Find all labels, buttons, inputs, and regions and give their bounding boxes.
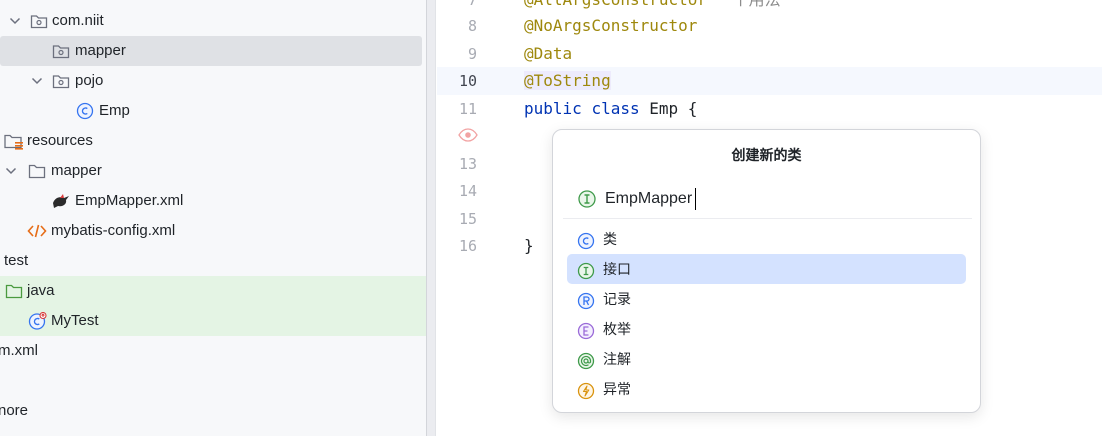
resources-folder-icon (4, 126, 23, 156)
tree-item-mybatis-config-xml[interactable]: mybatis-config.xml (0, 216, 426, 246)
tree-item-more[interactable]: nore (0, 396, 426, 426)
interface-icon (577, 189, 597, 214)
new-class-popup: 创建新的类 类 接口 记录 枚举 注解 异常 (552, 129, 981, 413)
tree-item-label: pojo (75, 72, 104, 89)
tree-item-empmapper-xml[interactable]: EmpMapper.xml (0, 186, 426, 216)
tree-item-label: mybatis-config.xml (51, 222, 176, 239)
line-number: 9 (467, 45, 477, 63)
line-number: 8 (467, 17, 477, 35)
chevron-down-icon[interactable] (8, 6, 22, 36)
text-caret (695, 188, 696, 210)
line-number: 16 (458, 237, 477, 255)
xml-file-icon (27, 216, 47, 246)
tree-item-pom-xml[interactable]: m.xml (0, 336, 426, 366)
tree-item-label: java (27, 282, 55, 299)
code-line: @Data (524, 44, 573, 63)
tree-item-label: nore (0, 402, 29, 419)
tree-item-label: Emp (99, 102, 130, 119)
package-icon (30, 6, 48, 36)
tree-item-mytest[interactable]: MyTest (0, 306, 426, 336)
tree-item-emp-class[interactable]: Emp (0, 96, 426, 126)
tree-item-label: com.niit (52, 12, 104, 29)
line-number: 11 (458, 100, 477, 118)
option-label: 记录 (603, 291, 631, 307)
tree-item-pojo[interactable]: pojo (0, 66, 426, 96)
line-number: 13 (458, 155, 477, 173)
code-line: @NoArgsConstructor (524, 16, 698, 35)
option-label: 注解 (603, 351, 631, 367)
test-folder-icon (5, 276, 23, 306)
tool-window-splitter[interactable] (426, 0, 436, 436)
mybatis-bird-icon (51, 186, 69, 216)
code-line: } (524, 236, 534, 255)
option-record[interactable]: 记录 (567, 284, 966, 314)
line-number: 15 (458, 210, 477, 228)
tree-item-label: m.xml (0, 342, 38, 359)
option-annotation[interactable]: 注解 (567, 344, 966, 374)
exception-icon (577, 380, 595, 410)
code-line: @ToString (524, 71, 611, 90)
tree-item-com-niit[interactable]: com.niit (0, 6, 426, 36)
popup-divider (563, 218, 972, 219)
test-class-icon (28, 306, 47, 336)
option-interface[interactable]: 接口 (567, 254, 966, 284)
tree-item-resources[interactable]: resources (0, 126, 426, 156)
package-icon (52, 36, 70, 66)
breakpoint-eye-icon[interactable] (457, 126, 479, 144)
class-name-field[interactable] (577, 185, 957, 213)
tree-item-label: resources (27, 132, 93, 149)
option-class[interactable]: 类 (567, 224, 966, 254)
code-line: public class Emp { (524, 99, 698, 118)
class-icon (76, 96, 94, 126)
tree-item-mapper-folder[interactable]: mapper (0, 156, 426, 186)
class-name-input[interactable] (605, 185, 945, 213)
option-label: 枚举 (603, 321, 631, 337)
option-label: 接口 (603, 261, 631, 277)
line-number: 14 (458, 182, 477, 200)
option-label: 类 (603, 231, 617, 247)
option-label: 异常 (603, 381, 631, 397)
option-enum[interactable]: 枚举 (567, 314, 966, 344)
popup-title: 创建新的类 (731, 147, 802, 163)
tree-item-label: mapper (75, 42, 126, 59)
tree-item-label: EmpMapper.xml (75, 192, 184, 209)
project-tree: com.niit mapper pojo Emp resources mappe… (0, 0, 426, 436)
option-exception[interactable]: 异常 (567, 374, 966, 404)
tree-item-label: test (4, 252, 29, 269)
tree-item-java-test-root[interactable]: java (0, 276, 426, 306)
line-number-current: 10 (458, 72, 477, 90)
tree-item-test[interactable]: test (0, 246, 426, 276)
folder-icon (28, 156, 46, 186)
chevron-down-icon[interactable] (4, 156, 18, 186)
tree-item-label: mapper (51, 162, 102, 179)
chevron-down-icon[interactable] (30, 66, 44, 96)
package-icon (52, 66, 70, 96)
tree-item-mapper-package[interactable]: mapper (0, 36, 422, 66)
tree-item-label: MyTest (51, 312, 99, 329)
